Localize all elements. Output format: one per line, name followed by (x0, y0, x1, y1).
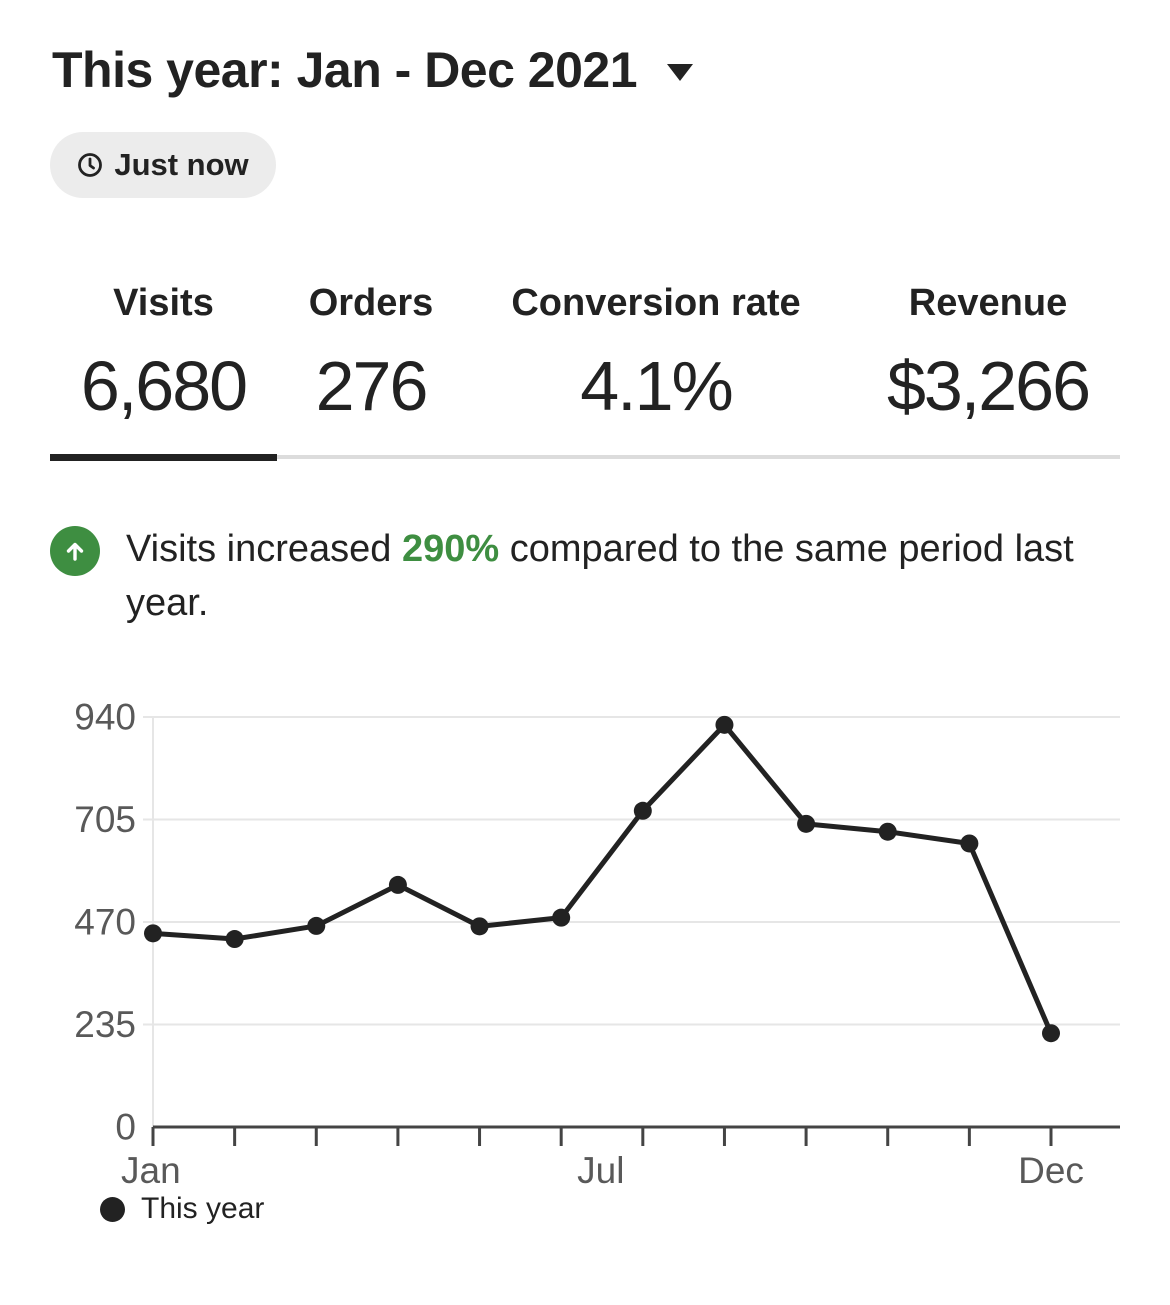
metric-tab-conversion-rate[interactable]: Conversion rate 4.1% (490, 278, 822, 426)
data-point[interactable] (878, 822, 897, 841)
metric-value: 6,680 (80, 347, 248, 425)
arrow-up-icon (50, 526, 100, 576)
series-line (150, 722, 1054, 1036)
metric-label: Visits (113, 282, 214, 324)
active-tab-indicator (50, 454, 277, 461)
y-tick-label: 0 (115, 1107, 136, 1148)
data-point[interactable] (144, 924, 162, 943)
data-point[interactable] (552, 908, 571, 927)
metric-value: 4.1% (580, 347, 734, 425)
metric-tab-orders[interactable]: Orders 276 (277, 278, 465, 426)
data-point[interactable] (388, 875, 407, 894)
last-updated-chip[interactable]: Just now (50, 132, 276, 198)
clock-icon (78, 153, 103, 177)
last-updated-label: Just now (114, 147, 249, 182)
x-tick-label: Dec (1018, 1150, 1084, 1191)
data-point[interactable] (960, 834, 979, 853)
metric-value: $3,266 (886, 347, 1091, 425)
data-point[interactable] (715, 715, 734, 734)
visits-line-chart: 0 235 470 705 940 Jan Jul Dec (74, 697, 1120, 1191)
x-tick-label: Jul (577, 1150, 624, 1191)
data-point[interactable] (1042, 1024, 1060, 1043)
metric-label: Conversion rate (511, 282, 801, 324)
insight-prefix: Visits increased (126, 528, 402, 570)
metric-tab-revenue[interactable]: Revenue $3,266 (860, 278, 1116, 426)
x-axis-labels: Jan Jul Dec (121, 1150, 1084, 1191)
series-this-year (144, 715, 1060, 1043)
y-axis-labels: 0 235 470 705 940 (74, 697, 136, 1148)
data-point[interactable] (797, 814, 816, 833)
y-tick-label: 235 (74, 1004, 136, 1045)
period-selector[interactable]: This year: Jan - Dec 2021 (52, 38, 694, 102)
caret-down-icon (667, 63, 694, 81)
metric-tab-visits[interactable]: Visits 6,680 (50, 278, 277, 426)
chart-legend: This year (100, 1192, 264, 1226)
legend-marker-this-year (100, 1196, 125, 1222)
metric-value: 276 (315, 347, 429, 425)
legend-label-this-year: This year (141, 1192, 265, 1225)
period-title: This year: Jan - Dec 2021 (52, 42, 638, 98)
y-tick-label: 940 (74, 697, 136, 738)
chart-grid (143, 716, 1120, 1127)
y-tick-label: 705 (74, 799, 136, 840)
insight-percent: 290% (401, 528, 500, 570)
x-tick-label: Jan (121, 1150, 181, 1191)
data-point[interactable] (307, 916, 326, 935)
metric-label: Revenue (908, 282, 1068, 324)
data-point[interactable] (633, 801, 652, 820)
data-point[interactable] (470, 917, 489, 936)
metric-label: Orders (308, 282, 434, 324)
insight-text: Visits increased 290% compared to the sa… (126, 522, 1086, 630)
x-axis (151, 1125, 1120, 1146)
data-point[interactable] (225, 930, 244, 949)
y-tick-label: 470 (74, 902, 136, 943)
